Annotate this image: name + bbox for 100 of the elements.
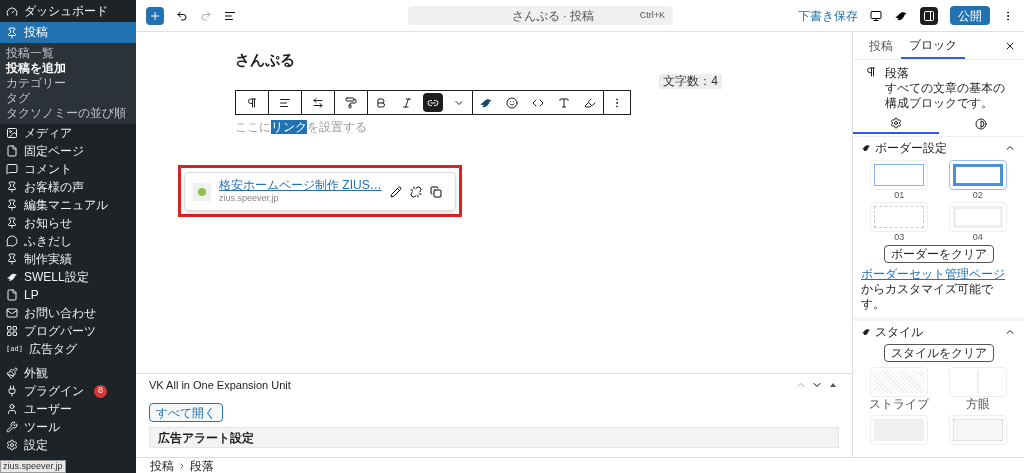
url-tooltip: zius.speever.jp <box>0 460 66 473</box>
pin-icon <box>6 26 18 39</box>
pencil-icon <box>389 185 402 198</box>
clear-border-button[interactable]: ボーダーをクリア <box>883 245 994 263</box>
settings-row[interactable]: 広告アラート設定 <box>149 427 839 448</box>
paragraph-icon <box>865 66 877 78</box>
menu-item[interactable]: 固定ページ <box>0 142 136 160</box>
breadcrumb-item[interactable]: 段落 <box>190 458 214 473</box>
meta-box-title: VK All in One Expansion Unit <box>149 377 291 393</box>
preset-label: ストライプ <box>869 397 930 412</box>
settings-icon <box>889 117 902 129</box>
section-title: スタイル <box>875 324 923 341</box>
menu-item[interactable]: ユーザー <box>0 400 136 418</box>
preset-label: 01 <box>894 190 905 201</box>
menu-item[interactable]: お客様の声 <box>0 178 136 196</box>
wrench-icon <box>6 421 18 433</box>
pin-icon <box>6 253 18 265</box>
image-icon <box>6 127 18 139</box>
count-badge: 8 <box>94 384 107 398</box>
highlighter-icon <box>584 96 596 109</box>
toolbar-button[interactable] <box>423 93 443 112</box>
panel-tab[interactable]: 投稿 <box>861 32 901 59</box>
menu-item[interactable]: 外観 <box>0 364 136 382</box>
shortcut-hint: Ctrl+K <box>639 8 665 22</box>
gauge-icon <box>6 5 18 18</box>
preview-icon[interactable] <box>870 9 882 22</box>
character-count: 文字数：4 <box>659 74 722 89</box>
submenu-item[interactable]: タグ <box>0 91 136 106</box>
customize-note: ボーダーセット管理ページ からカスタマイズ可能です。 <box>861 267 1006 312</box>
preset-label: 02 <box>972 190 983 201</box>
text-size-icon <box>558 96 570 109</box>
unlink-button[interactable] <box>409 185 422 198</box>
pin-icon <box>6 199 18 211</box>
pin-icon <box>6 181 18 193</box>
save-draft-link[interactable]: 下書き保存 <box>798 6 858 25</box>
menu-item[interactable]: SWELL設定 <box>0 268 136 286</box>
link-title[interactable]: 格安ホームページ制作 ZIUS… <box>219 178 382 194</box>
menu-item[interactable]: 投稿 <box>0 22 136 43</box>
publish-button[interactable]: 公開 <box>950 6 990 25</box>
menu-item[interactable]: ダッシュボード <box>0 1 136 22</box>
unlink-icon <box>409 185 422 198</box>
menu-item[interactable]: 制作実績 <box>0 250 136 268</box>
menu-item[interactable]: プラグイン 8 <box>0 382 136 400</box>
settings-icon <box>6 439 18 451</box>
page-icon <box>6 145 18 157</box>
mail-icon <box>6 307 18 319</box>
preset-label: 03 <box>894 232 905 243</box>
submenu-item[interactable]: 投稿一覧 <box>0 46 136 61</box>
separator-icon <box>178 461 186 470</box>
breadcrumb-item[interactable]: 投稿 <box>150 458 174 473</box>
add-block-button[interactable] <box>146 6 164 25</box>
copy-button[interactable] <box>429 185 442 198</box>
open-all-button[interactable]: すべて開く <box>149 403 223 422</box>
user-icon <box>6 403 18 415</box>
menu-item[interactable]: コメント <box>0 160 136 178</box>
menu-item[interactable]: お知らせ <box>0 214 136 232</box>
grid-icon <box>6 325 18 337</box>
menu-item[interactable]: メディア <box>0 124 136 142</box>
section-title: ボーダー設定 <box>875 140 947 157</box>
list-view-icon[interactable] <box>224 9 236 22</box>
menu-item[interactable]: 設定 <box>0 436 136 454</box>
menu-item[interactable]: ツール <box>0 418 136 436</box>
panel-tab[interactable]: ブロック <box>901 32 965 59</box>
smiley-icon <box>506 96 518 109</box>
sidebar-icon <box>923 9 935 22</box>
submenu-item[interactable]: カテゴリー <box>0 76 136 91</box>
preset-label: 方眼 <box>965 397 990 412</box>
block-description: すべての文章の基本の構成ブロックです。 <box>885 81 1006 111</box>
contrast-icon <box>975 118 988 130</box>
edit-button[interactable] <box>389 185 402 198</box>
menu-item[interactable]: ブログパーツ <box>0 322 136 340</box>
transform-icon <box>312 96 324 109</box>
bird-icon <box>6 271 18 283</box>
menu-item[interactable]: LP <box>0 286 136 304</box>
paint-roller-icon <box>345 96 357 109</box>
page-icon <box>6 289 18 301</box>
menu-item[interactable]: 編集マニュアル <box>0 196 136 214</box>
plus-icon <box>149 9 161 22</box>
link-url: zius.speever.jp <box>219 193 280 205</box>
comment-icon <box>6 163 18 175</box>
copy-icon <box>429 185 442 198</box>
plug-icon <box>6 385 18 397</box>
submenu-item[interactable]: 投稿を追加 <box>0 61 136 76</box>
menu-item[interactable]: お問い合わせ <box>0 304 136 322</box>
command-bar[interactable]: さんぷる · 投稿 Ctrl+K <box>408 6 673 25</box>
bold-icon <box>375 96 387 109</box>
submenu-item[interactable]: タクソノミーの並び順 <box>0 106 136 121</box>
border-preset[interactable] <box>948 160 1007 190</box>
menu-item[interactable]: ふきだし <box>0 232 136 250</box>
settings-toggle-button[interactable] <box>920 6 938 25</box>
border-settings-link[interactable]: ボーダーセット管理ページ <box>861 267 1005 281</box>
clear-style-button[interactable]: スタイルをクリア <box>883 344 994 362</box>
speech-bubble-icon <box>6 235 18 247</box>
post-title[interactable]: さんぷる <box>235 50 852 70</box>
bird-icon <box>861 327 871 337</box>
undo-icon[interactable] <box>176 9 188 22</box>
align-icon <box>279 96 291 109</box>
pin-icon <box>6 217 18 229</box>
brush-icon <box>6 367 18 379</box>
paragraph-text[interactable]: ここに リンク を設置する <box>235 118 852 136</box>
